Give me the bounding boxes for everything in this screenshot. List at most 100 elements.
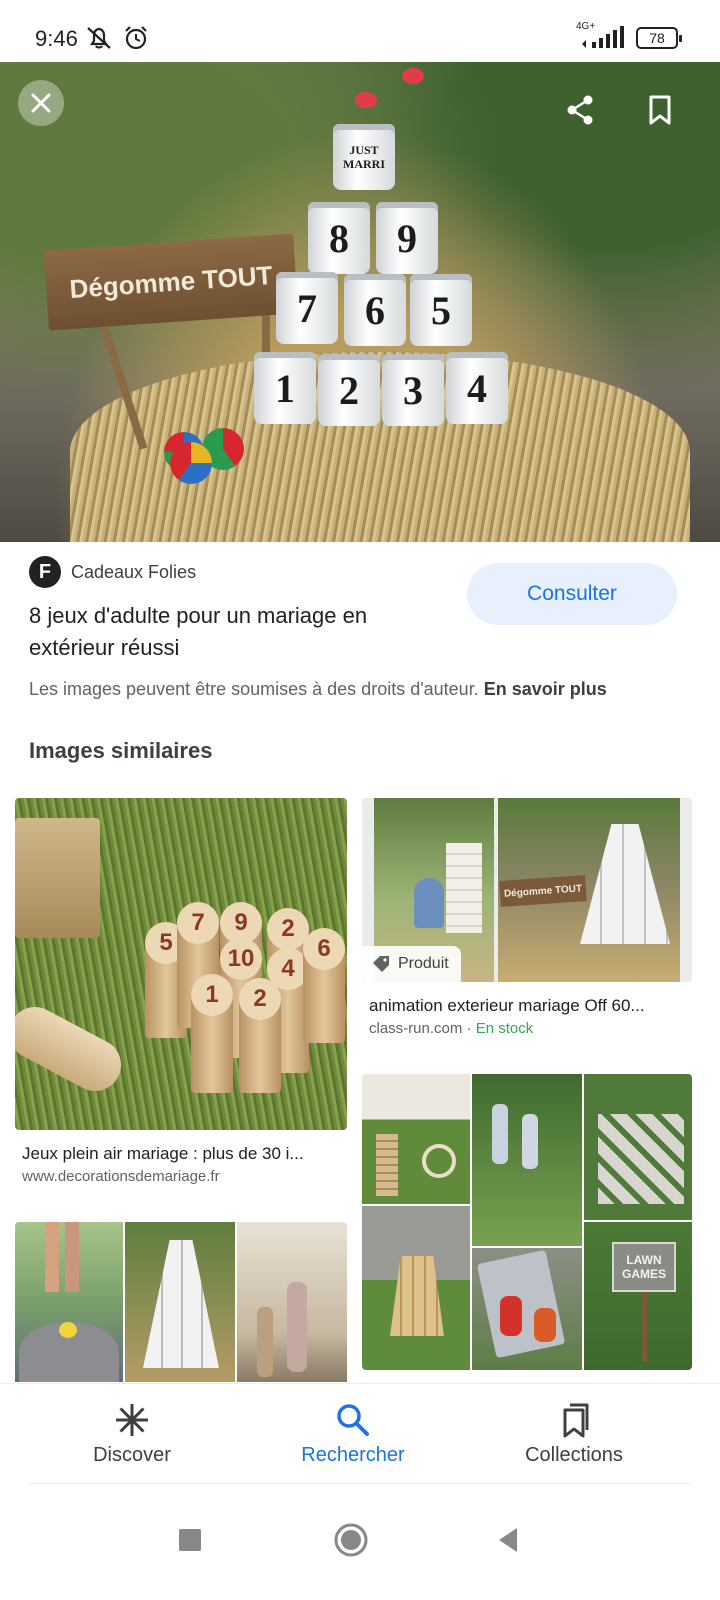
similar-card[interactable]: Dégomme TOUT Produit animation exterieur…	[362, 798, 692, 1048]
can: 3	[382, 354, 444, 426]
status-right: 4G+ 78	[576, 22, 682, 50]
copyright-text: Les images peuvent être soumises à des d…	[29, 679, 479, 699]
similar-thumbnail: Dégomme TOUT Produit	[362, 798, 692, 982]
can: 1	[254, 352, 316, 424]
similar-thumbnail: 5 7 9 2 10 4 6 1 2	[15, 798, 347, 1130]
person-figure	[287, 1282, 307, 1372]
consult-button[interactable]: Consulter	[467, 563, 677, 625]
similar-thumbnail: LAWN GAMES	[362, 1074, 692, 1370]
nav-label: Discover	[93, 1443, 171, 1466]
can: 4	[446, 352, 508, 424]
lawn-games-sign: LAWN GAMES	[612, 1242, 676, 1292]
ring-toss	[422, 1144, 456, 1178]
learn-more-link[interactable]: En savoir plus	[484, 679, 607, 699]
pin-number: 6	[303, 928, 345, 970]
similar-card[interactable]	[15, 1222, 347, 1382]
flower	[402, 68, 424, 84]
collage-photo	[237, 1222, 347, 1382]
nav-search[interactable]: Rechercher	[253, 1384, 453, 1484]
product-badge-label: Produit	[398, 955, 449, 972]
nav-divider	[30, 1483, 690, 1484]
collage-photo: LAWN GAMES	[584, 1222, 692, 1370]
child-figure	[522, 1114, 538, 1169]
wooden-log	[15, 997, 131, 1101]
status-time: 9:46	[35, 26, 78, 51]
collage-photo	[472, 1074, 582, 1246]
top-can: JUST MARRI	[333, 124, 395, 190]
collage-photo	[472, 1248, 582, 1370]
similar-images-heading: Images similaires	[29, 738, 213, 763]
leg-figure	[45, 1222, 59, 1292]
back-button[interactable]	[484, 1516, 532, 1564]
can: 7	[276, 272, 338, 344]
save-button[interactable]	[640, 90, 680, 130]
similar-title: Jeux plein air mariage : plus de 30 i...	[22, 1144, 304, 1163]
mini-sign: Dégomme TOUT	[499, 875, 587, 907]
bookmark-icon	[649, 95, 671, 125]
can-pyramid	[143, 1240, 219, 1368]
pin-number: 2	[239, 978, 281, 1020]
similar-card[interactable]: 5 7 9 2 10 4 6 1 2 Jeux plein air mariag…	[15, 798, 347, 1193]
juggling-ball	[170, 442, 212, 484]
can-stack	[446, 843, 482, 933]
separator: ·	[466, 1020, 476, 1037]
jenga-tower	[376, 1134, 398, 1196]
share-icon	[567, 95, 593, 125]
nav-label: Rechercher	[301, 1443, 405, 1466]
pin-number: 7	[177, 902, 219, 944]
can-pyramid	[580, 824, 670, 944]
similar-meta: class-run.com · En stock	[369, 1020, 533, 1037]
hero-image[interactable]: Dégomme TOUT JUST MARRI 8 9 7 6 5 1 2 3 …	[0, 62, 720, 542]
product-badge: Produit	[362, 946, 461, 982]
can: 9	[376, 202, 438, 274]
similar-title: animation exterieur mariage Off 60...	[369, 996, 645, 1015]
source-row[interactable]: F Cadeaux Folies	[29, 556, 196, 588]
source-logo: F	[29, 556, 61, 588]
collage-photo	[362, 1206, 470, 1370]
copyright-notice: Les images peuvent être soumises à des d…	[29, 679, 607, 700]
result-title[interactable]: 8 jeux d'adulte pour un mariage en extér…	[29, 600, 449, 664]
child-figure	[500, 1296, 522, 1336]
lawn-scrabble	[598, 1114, 684, 1204]
nav-discover[interactable]: Discover	[32, 1384, 232, 1484]
similar-url: class-run.com	[369, 1020, 463, 1037]
system-navigation	[0, 1486, 720, 1600]
collage-photo	[125, 1222, 235, 1382]
similar-thumbnail	[15, 1222, 347, 1382]
wooden-pins	[390, 1256, 444, 1336]
battery-indicator: 78	[636, 27, 682, 49]
can: 6	[344, 274, 406, 346]
home-button[interactable]	[327, 1516, 375, 1564]
child-figure	[534, 1308, 556, 1342]
sign-post	[642, 1292, 647, 1362]
collage-photo-right: Dégomme TOUT	[498, 798, 680, 982]
collage-photo	[584, 1074, 692, 1220]
stock-status: En stock	[475, 1020, 534, 1037]
tag-icon	[373, 956, 389, 972]
child-figure	[414, 878, 444, 928]
duck	[59, 1322, 77, 1338]
share-button[interactable]	[560, 90, 600, 130]
can: 2	[318, 354, 380, 426]
alarm-icon	[122, 24, 150, 57]
nav-collections[interactable]: Collections	[474, 1384, 674, 1484]
silent-bell-icon	[84, 24, 114, 57]
collections-icon	[563, 1403, 589, 1437]
similar-url: www.decorationsdemariage.fr	[22, 1168, 220, 1185]
bottom-navigation: Discover Rechercher Collections	[0, 1383, 720, 1485]
nav-label: Collections	[525, 1443, 623, 1466]
similar-card[interactable]: LAWN GAMES	[362, 1074, 692, 1370]
child-figure	[492, 1104, 508, 1164]
search-icon	[337, 1403, 369, 1436]
flower	[355, 92, 377, 108]
signal-icon: 4G+	[576, 22, 626, 50]
asterisk-icon	[116, 1403, 148, 1436]
hay-bale	[70, 352, 690, 542]
pin-number: 10	[220, 938, 262, 980]
close-button[interactable]	[18, 80, 64, 126]
leg-figure	[65, 1222, 79, 1292]
collage-photo	[15, 1222, 123, 1382]
collage-photo	[362, 1074, 470, 1204]
recents-button[interactable]	[166, 1516, 214, 1564]
can: 5	[410, 274, 472, 346]
